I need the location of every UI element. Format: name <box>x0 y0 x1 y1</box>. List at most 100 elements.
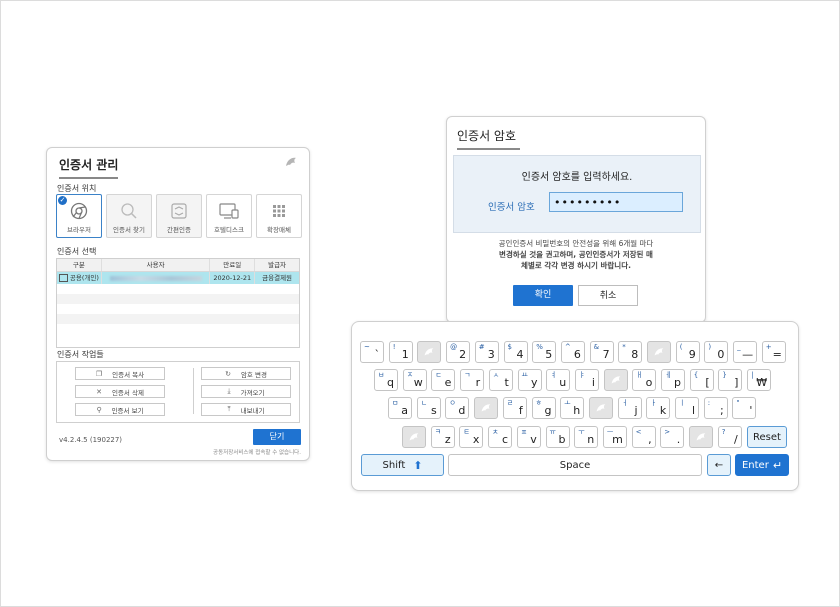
key-2-12[interactable]: }] <box>718 369 743 391</box>
key-2-9[interactable]: ㅐo <box>632 369 657 391</box>
export-button[interactable]: ⤒ 내보내기 <box>201 403 291 416</box>
key-2-0[interactable]: ㅂq <box>374 369 398 391</box>
key-3-4[interactable]: ㄹf <box>502 397 527 419</box>
key-shift-label: ㅇ <box>449 399 456 407</box>
key-main-label: ' <box>749 404 753 417</box>
key-1-14[interactable]: + = <box>761 341 786 363</box>
key-2-2[interactable]: ㄷe <box>431 369 456 391</box>
password-input[interactable]: ••••••••• <box>549 192 683 212</box>
shift-key[interactable]: Shift ⬆ <box>361 454 444 476</box>
key-main-label: l <box>691 404 695 417</box>
key-2-3[interactable]: ㄱr <box>460 369 485 391</box>
key-4-7[interactable]: ㅡm <box>602 426 627 448</box>
key-2-11[interactable]: {[ <box>689 369 714 391</box>
key-3-10[interactable]: ㅣl <box>675 397 699 419</box>
key-main-label: s <box>430 404 437 417</box>
key-1-4[interactable]: #3 <box>474 341 499 363</box>
import-icon: ⤓ <box>227 387 231 395</box>
key-1-7[interactable]: ^ 6 <box>560 341 585 363</box>
key-2-13[interactable]: | ₩ <box>747 369 772 391</box>
change-password-button[interactable]: ↻ 암호 변경 <box>201 367 291 380</box>
key-1-11[interactable]: (9 <box>675 341 700 363</box>
key-3-5[interactable]: ㅎg <box>531 397 556 419</box>
key-1-13[interactable]: _ — <box>733 341 758 363</box>
key-3-6[interactable]: ㅗh <box>560 397 585 419</box>
key-shift-label: ㅈ <box>406 371 414 379</box>
dolphin-logo-icon <box>286 157 296 166</box>
key-1-1[interactable]: ! 1 <box>388 341 413 363</box>
location-browser[interactable]: ✓ 브라우저 <box>56 194 102 238</box>
key-2-6[interactable]: ㅕu <box>546 369 571 391</box>
key-2-1[interactable]: ㅈw <box>402 369 427 391</box>
enter-key[interactable]: Enter ↵ <box>735 454 789 476</box>
key-shift-label: ㅂ <box>378 371 385 379</box>
blank-key-dolphin-icon[interactable] <box>402 426 426 448</box>
location-extension[interactable]: 확장매체 <box>256 194 302 238</box>
reset-key[interactable]: Reset <box>747 426 787 448</box>
export-icon: ⤒ <box>227 405 231 413</box>
key-main-label: 4 <box>516 348 524 361</box>
key-4-8[interactable]: <, <box>631 426 656 448</box>
key-1-0[interactable]: ~ ` <box>360 341 384 363</box>
key-4-11[interactable]: ? / <box>717 426 742 448</box>
selected-check-icon: ✓ <box>58 196 67 205</box>
table-row[interactable]: 공용(개인) 2020-12-21 금융결제원 <box>57 272 299 284</box>
view-cert-button[interactable]: ⚲ 인증서 보기 <box>75 403 165 416</box>
blank-key-dolphin-icon[interactable] <box>417 341 442 363</box>
key-main-label: = <box>772 348 782 361</box>
key-4-6[interactable]: ㅜn <box>574 426 599 448</box>
key-main-label: i <box>591 376 595 389</box>
key-1-5[interactable]: $4 <box>503 341 528 363</box>
key-main-label: y <box>530 376 538 389</box>
key-1-8[interactable]: & 7 <box>589 341 614 363</box>
key-shift-label: ㅔ <box>665 371 672 379</box>
blank-key-dolphin-icon[interactable] <box>689 426 713 448</box>
key-3-0[interactable]: ㅁa <box>388 397 412 419</box>
key-4-5[interactable]: ㅠb <box>545 426 570 448</box>
key-main-label: w <box>413 376 423 389</box>
key-4-4[interactable]: ㅍv <box>516 426 541 448</box>
ops-panel: ❐ 인증서 복사 ✕ 인증서 삭제 ⚲ 인증서 보기 ↻ 암호 변경 ⤓ 가져오기 ⤒ 내보… <box>56 361 300 423</box>
key-shift-label: ㄱ <box>464 371 471 379</box>
key-2-7[interactable]: ㅑi <box>574 369 599 391</box>
key-2-10[interactable]: ㅔp <box>661 369 685 391</box>
key-4-3[interactable]: ㅊc <box>488 426 513 448</box>
backspace-key[interactable]: ← <box>707 454 731 476</box>
key-3-8[interactable]: ㅓj <box>617 397 642 419</box>
key-3-12[interactable]: " ' <box>732 397 757 419</box>
copy-cert-button[interactable]: ❐ 인증서 복사 <box>75 367 165 380</box>
key-main-label: a <box>401 404 408 417</box>
key-4-9[interactable]: >. <box>660 426 685 448</box>
location-hotel-disk[interactable]: 호텔디스크 <box>206 194 252 238</box>
key-4-1[interactable]: ㅋz <box>430 426 455 448</box>
key-1-9[interactable]: * 8 <box>618 341 643 363</box>
version-text: v4.2.4.5 (190227) <box>59 436 123 444</box>
key-main-label: — <box>742 348 754 361</box>
key-3-1[interactable]: ㄴs <box>416 397 441 419</box>
key-3-9[interactable]: ㅏk <box>646 397 671 419</box>
ok-button[interactable]: 확인 <box>513 285 573 306</box>
key-2-4[interactable]: ㅅt <box>488 369 513 391</box>
blank-key-dolphin-icon[interactable] <box>588 397 613 419</box>
import-button[interactable]: ⤓ 가져오기 <box>201 385 291 398</box>
delete-cert-button[interactable]: ✕ 인증서 삭제 <box>75 385 165 398</box>
location-find[interactable]: 인증서 찾기 <box>106 194 152 238</box>
cancel-button[interactable]: 취소 <box>578 285 638 306</box>
key-1-3[interactable]: @2 <box>446 341 471 363</box>
key-4-2[interactable]: ㅌx <box>459 426 484 448</box>
key-3-11[interactable]: :; <box>703 397 728 419</box>
column-header: 만료일 <box>210 259 256 271</box>
close-button[interactable]: 닫기 <box>253 429 301 445</box>
space-key[interactable]: Space <box>448 454 702 476</box>
blank-key-dolphin-icon[interactable] <box>603 369 628 391</box>
blank-key-dolphin-icon[interactable] <box>474 397 499 419</box>
key-1-6[interactable]: % 5 <box>532 341 557 363</box>
blank-key-dolphin-icon[interactable] <box>647 341 671 363</box>
key-main-label: 5 <box>545 348 553 361</box>
key-2-5[interactable]: ㅛy <box>517 369 542 391</box>
location-simple-auth[interactable]: 간편인증 <box>156 194 202 238</box>
key-main-label: 7 <box>602 348 610 361</box>
key-shift-label: ㅐ <box>636 371 643 379</box>
key-1-12[interactable]: ) 0 <box>704 341 729 363</box>
key-3-2[interactable]: ㅇd <box>445 397 470 419</box>
